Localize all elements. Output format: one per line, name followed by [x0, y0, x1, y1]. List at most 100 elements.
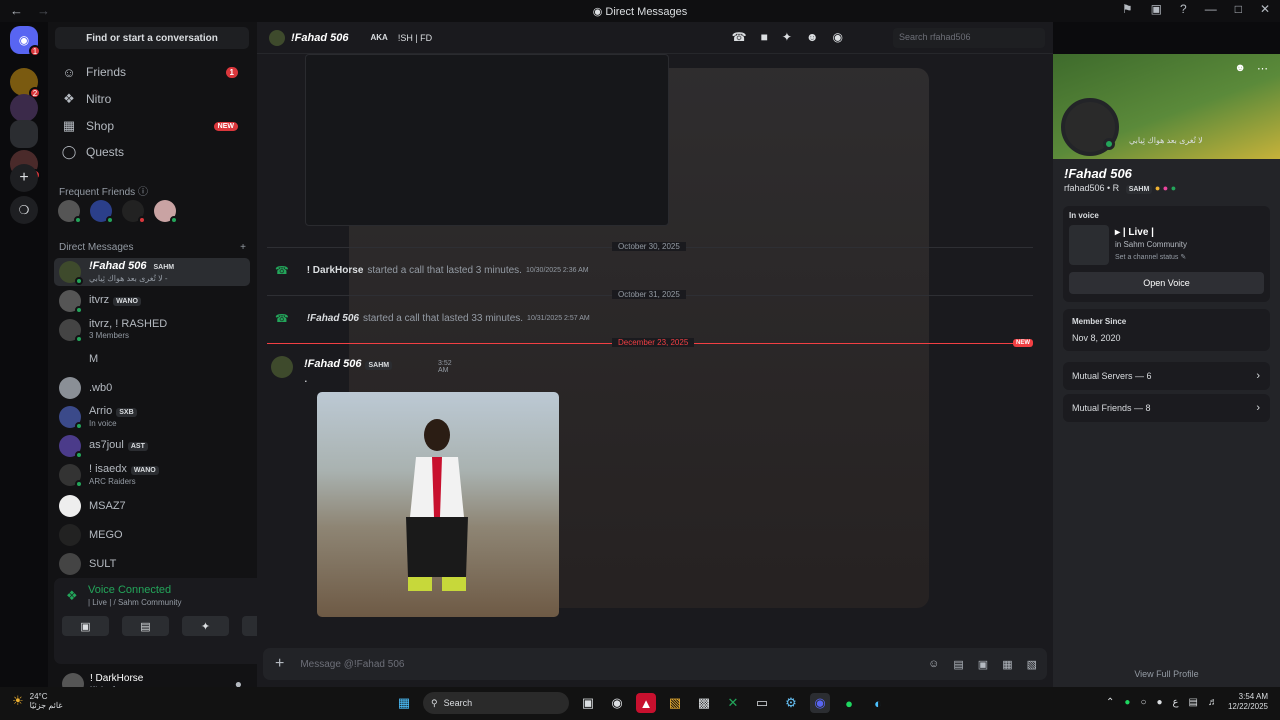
xbox-icon[interactable]: ✕ [723, 693, 743, 713]
profile-username: rfahad506 • R SAHM ● ● ● [1064, 183, 1177, 194]
window-title: ◉ Direct Messages [592, 5, 688, 18]
screen-icon[interactable]: ▣ [1151, 2, 1162, 16]
dm-item[interactable]: MSAZ7 [54, 492, 250, 520]
set-channel-status[interactable]: Set a channel status ✎ [1115, 253, 1186, 261]
pin-icon[interactable]: ✦ [782, 30, 792, 44]
message-timestamp: 3:52 AM [438, 360, 452, 374]
video-call-icon[interactable]: ■ [761, 30, 768, 44]
server-icon[interactable]: 2 [10, 68, 41, 99]
clock[interactable]: 3:54 AM 12/22/2025 [1228, 692, 1268, 712]
screen-share-button[interactable]: ▤ [122, 616, 169, 636]
dm-item[interactable]: M [54, 345, 250, 373]
dm-item[interactable]: itvrz, ! RASHED 3 Members [54, 316, 250, 344]
image-icon[interactable]: ▦ [1002, 658, 1012, 671]
avatar[interactable] [271, 356, 293, 378]
phone-icon: ☎ [275, 313, 289, 325]
language-indicator[interactable]: ع [1173, 697, 1179, 708]
discover-button[interactable]: ❍ [10, 196, 38, 224]
find-conversation-button[interactable]: Find or start a conversation [55, 27, 249, 49]
date-label: October 30, 2025 [612, 242, 686, 251]
compass-icon: ❍ [18, 203, 30, 217]
message-author[interactable]: !Fahad 506 SAHM [304, 358, 393, 370]
dm-item[interactable]: SULT [54, 550, 250, 578]
in-voice-label: In voice [1069, 211, 1099, 220]
avatar[interactable] [154, 200, 178, 224]
home-button[interactable]: ◉ 1 [10, 26, 41, 57]
help-icon[interactable]: ? [1180, 2, 1187, 16]
network-icon[interactable]: ▤ [1189, 697, 1198, 708]
message-input[interactable]: Message @!Fahad 506 [300, 659, 404, 670]
taskbar-search[interactable]: ⚲ Search [423, 692, 569, 714]
server-folder[interactable] [10, 120, 38, 148]
epic-games-icon[interactable]: ▭ [752, 693, 772, 713]
spotify-icon[interactable]: ● [839, 693, 859, 713]
add-server-button[interactable]: + [10, 164, 38, 192]
edge-icon[interactable]: ◐ [868, 693, 888, 713]
emoji-icon[interactable]: ☺ [928, 658, 939, 671]
quests-nav[interactable]: ◯ Quests [56, 139, 246, 165]
maximize-button[interactable]: □ [1235, 2, 1242, 16]
activities-button[interactable]: ✦ [182, 616, 229, 636]
dm-item[interactable]: itvrz WANO [54, 287, 250, 315]
server-icon[interactable] [10, 94, 38, 122]
gif-icon[interactable]: ▤ [953, 658, 963, 671]
avatar[interactable] [90, 200, 114, 224]
voice-channel-name[interactable]: ▸ | Live | [1115, 227, 1154, 238]
microphone-tray-icon[interactable]: ● [1156, 697, 1162, 708]
minimize-button[interactable]: — [1205, 2, 1217, 16]
dm-item[interactable]: ! isaedx WANO ARC Raiders [54, 461, 250, 489]
app-icon[interactable]: ▲ [636, 693, 656, 713]
volume-icon[interactable]: ♬ [1208, 697, 1218, 708]
chevron-up-icon[interactable]: ⌃ [1106, 697, 1114, 708]
discord-taskbar-icon[interactable]: ◉ [810, 693, 830, 713]
camera-off-button[interactable]: ▣ [62, 616, 109, 636]
gift-icon[interactable]: ▧ [1027, 658, 1037, 671]
dm-item[interactable]: as7joul AST [54, 432, 250, 460]
mutual-servers-row[interactable]: Mutual Servers — 6 › [1063, 362, 1270, 390]
member-since-card: Member Since Nov 8, 2020 [1063, 309, 1270, 351]
more-options-icon[interactable]: ⋯ [1257, 62, 1268, 75]
avatar[interactable] [122, 200, 146, 224]
steam-icon[interactable]: ⚙ [781, 693, 801, 713]
dm-item[interactable]: .wb0 [54, 374, 250, 402]
chat-area: !Fahad 506 AKA !SH | FD ☎ ■ ✦ ☻ ◉ Search… [257, 22, 1053, 687]
close-button[interactable]: ✕ [1260, 2, 1270, 16]
view-full-profile-link[interactable]: View Full Profile [1053, 669, 1280, 679]
open-voice-button[interactable]: Open Voice [1069, 272, 1264, 294]
shop-nav[interactable]: ▦ Shop NEW [56, 113, 246, 139]
screenshot-attachment[interactable] [305, 54, 669, 226]
nitro-nav[interactable]: ❖ Nitro [56, 86, 246, 112]
avatar[interactable] [186, 200, 200, 222]
windows-start-icon[interactable]: ▦ [394, 693, 414, 713]
tray-app-icon[interactable]: ○ [1140, 697, 1146, 708]
chat-title: !Fahad 506 [291, 31, 349, 44]
user-profile-icon[interactable]: ◉ [833, 30, 843, 44]
friends-nav[interactable]: ☺ Friends 1 [56, 59, 246, 85]
chrome-icon[interactable]: ◉ [607, 693, 627, 713]
friends-count-badge: 1 [225, 66, 238, 78]
avatar[interactable] [58, 200, 82, 224]
search-input[interactable]: Search rfahad506 [893, 28, 1045, 48]
store-icon[interactable]: ▩ [694, 693, 714, 713]
mutual-friends-row[interactable]: Mutual Friends — 8 › [1063, 394, 1270, 422]
add-friends-icon[interactable]: ☻ [806, 30, 819, 44]
dm-item[interactable]: !Fahad 506 SAHM ﻻ تُغرى بعد هواك ثِيابي - [54, 258, 250, 286]
add-dm-icon[interactable]: + [240, 242, 246, 253]
profile-avatar[interactable] [1061, 98, 1119, 156]
notification-badge: 1 [29, 45, 41, 57]
inbox-icon[interactable]: ⚑ [1122, 2, 1133, 16]
sticker-icon[interactable]: ▣ [978, 658, 988, 671]
call-message: ☎ !Fahad 506 started a call that lasted … [275, 313, 590, 325]
add-friend-icon[interactable]: ☻ [1234, 62, 1246, 74]
voice-call-icon[interactable]: ☎ [732, 30, 747, 44]
dm-item[interactable]: MEGO [54, 521, 250, 549]
spotify-tray-icon[interactable]: ● [1124, 697, 1130, 708]
file-explorer-icon[interactable]: ▧ [665, 693, 685, 713]
weather-widget[interactable]: ☀ 24°C غائم جزئيًا [12, 692, 63, 710]
member-since-value: Nov 8, 2020 [1072, 333, 1121, 343]
voice-channel[interactable]: | Live | / Sahm Community [88, 598, 182, 607]
dm-item[interactable]: Arrio SXB In voice [54, 403, 250, 431]
upload-plus-icon[interactable]: + [275, 655, 284, 673]
task-view-icon[interactable]: ▣ [578, 693, 598, 713]
photo-attachment[interactable] [317, 392, 559, 617]
